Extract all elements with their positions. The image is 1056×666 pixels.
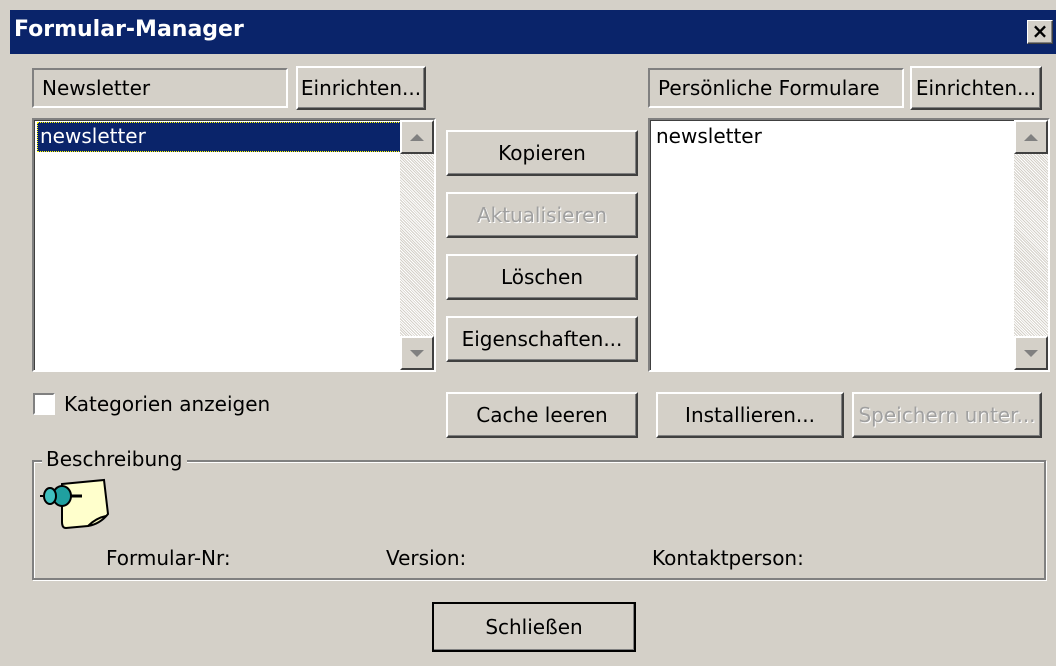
scroll-down-button[interactable] <box>400 336 434 370</box>
list-item[interactable]: newsletter <box>653 122 765 152</box>
scroll-down-button[interactable] <box>1014 336 1048 370</box>
right-form-list[interactable]: newsletter <box>648 118 1050 372</box>
title-bar[interactable]: Formular-Manager × <box>10 10 1056 54</box>
close-window-button[interactable]: × <box>1027 20 1053 44</box>
description-legend: Beschreibung <box>42 447 187 471</box>
up-arrow-icon <box>1024 133 1038 141</box>
left-setup-button[interactable]: Einrichten... <box>296 66 426 110</box>
down-arrow-icon <box>410 349 424 357</box>
clear-cache-button[interactable]: Cache leeren <box>446 392 638 438</box>
left-form-list[interactable]: newsletter <box>32 118 436 372</box>
left-list-scrollbar[interactable] <box>400 120 434 370</box>
properties-button[interactable]: Eigenschaften... <box>446 316 638 362</box>
show-categories-label[interactable]: Kategorien anzeigen <box>64 392 270 416</box>
update-button[interactable]: Aktualisieren <box>446 192 638 238</box>
left-library-field: Newsletter <box>32 68 288 108</box>
scroll-up-button[interactable] <box>400 120 434 154</box>
form-nr-label: Formular-Nr: <box>106 546 231 570</box>
delete-button[interactable]: Löschen <box>446 254 638 300</box>
contact-person-label: Kontaktperson: <box>652 546 804 570</box>
close-button[interactable]: Schließen <box>432 602 636 652</box>
show-categories-checkbox[interactable] <box>33 393 55 415</box>
scroll-up-button[interactable] <box>1014 120 1048 154</box>
down-arrow-icon <box>1024 349 1038 357</box>
form-pushpin-icon <box>40 474 110 530</box>
right-list-scrollbar[interactable] <box>1014 120 1048 370</box>
list-item[interactable]: newsletter <box>37 122 407 152</box>
window-title: Formular-Manager <box>14 17 244 42</box>
up-arrow-icon <box>410 133 424 141</box>
install-button[interactable]: Installieren... <box>656 392 844 438</box>
save-as-button[interactable]: Speichern unter... <box>852 392 1042 438</box>
version-label: Version: <box>386 546 467 570</box>
right-setup-button[interactable]: Einrichten... <box>910 66 1042 110</box>
right-library-field: Persönliche Formulare <box>648 68 904 108</box>
copy-button[interactable]: Kopieren <box>446 130 638 176</box>
